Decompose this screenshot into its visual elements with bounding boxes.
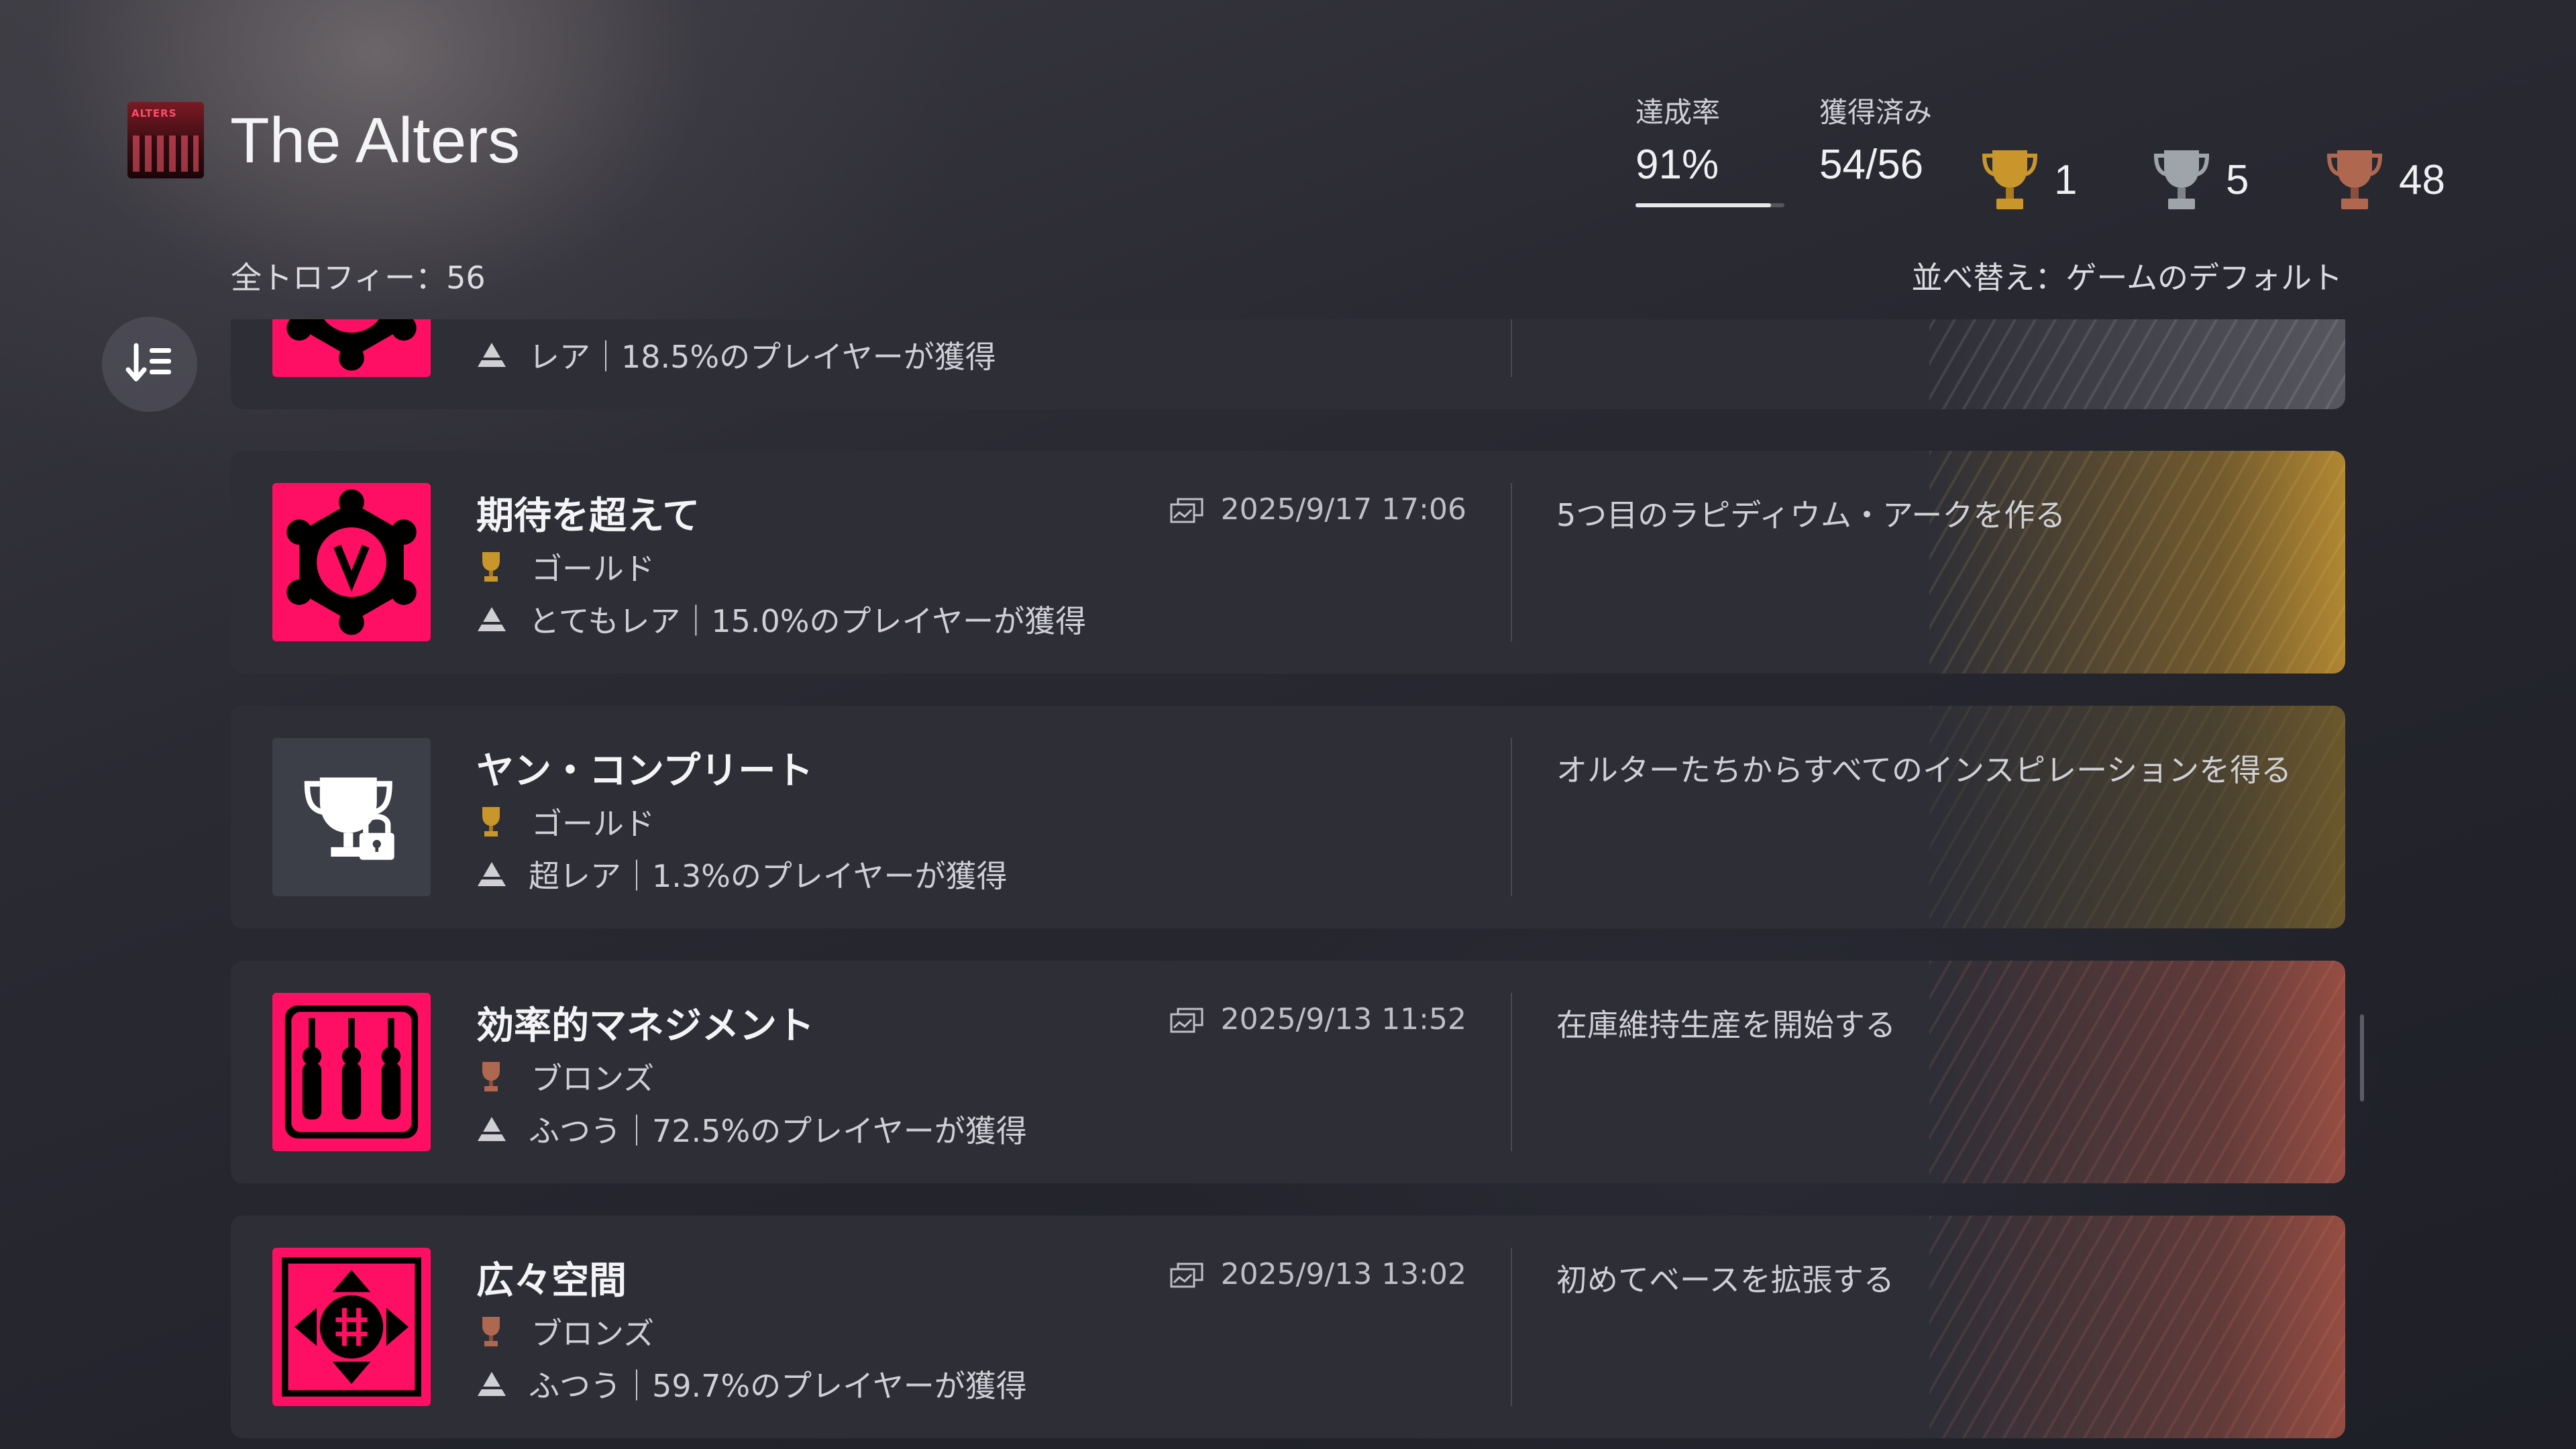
gold-trophy-icon — [1982, 150, 2038, 209]
completion-label: 達成率 — [1635, 96, 1721, 129]
trophy-card[interactable]: 効率的マネジメント ブロンズ ふつう｜72.5%のプレイヤーが獲得 2025/9… — [231, 961, 2345, 1183]
trophy-name: ヤン・コンプリート — [476, 749, 814, 793]
base-expansion-icon — [272, 1248, 431, 1406]
earned-date-icon — [1170, 1263, 1203, 1287]
game-thumbnail-logo: ALTERS — [131, 107, 177, 119]
bronze-trophy-icon — [2326, 150, 2383, 209]
lapidium-ark-icon — [272, 319, 431, 377]
earned-label: 獲得済み — [1819, 96, 1933, 129]
completion-value: 91% — [1635, 142, 1719, 188]
trophy-description: 在庫維持生産を開始する — [1556, 1007, 1896, 1043]
screwdrivers-icon — [272, 993, 431, 1151]
trophy-rarity: レア｜18.5%のプレイヤーが獲得 — [476, 333, 996, 377]
silver-count: 5 — [2226, 156, 2249, 203]
bronze-trophy-icon — [482, 1062, 500, 1091]
bronze-trophy-count: 48 — [2326, 146, 2445, 213]
scrollbar[interactable] — [2360, 1014, 2364, 1102]
completion-progress-bar — [1635, 203, 1784, 207]
sort-icon — [125, 343, 171, 382]
rarity-icon — [478, 607, 506, 631]
earned-date: 2025/9/17 17:06 — [1169, 492, 1466, 527]
bronze-count: 48 — [2399, 156, 2445, 203]
trophy-grade: ゴールド — [476, 545, 655, 589]
trophy-rarity: ふつう｜59.7%のプレイヤーが獲得 — [476, 1362, 1027, 1406]
trophy-rarity: 超レア｜1.3%のプレイヤーが獲得 — [476, 852, 1007, 896]
trophy-grade: ブロンズ — [476, 1055, 654, 1099]
bronze-trophy-icon — [482, 1317, 500, 1346]
earned-date: 2025/9/13 13:02 — [1169, 1257, 1466, 1291]
sort-order-label: 並べ替え：ゲームのデフォルト — [1911, 260, 2343, 296]
trophy-rarity: ふつう｜72.5%のプレイヤーが獲得 — [476, 1107, 1027, 1151]
rarity-icon — [478, 1372, 506, 1396]
trophy-name: 広々空間 — [476, 1259, 627, 1303]
earned-value: 54/56 — [1819, 142, 1924, 188]
lapidium-ark-v-icon — [272, 483, 431, 641]
game-thumbnail: ALTERS — [127, 102, 204, 178]
sort-button[interactable] — [102, 317, 197, 412]
trophy-card[interactable]: 期待を超えて ゴールド とてもレア｜15.0%のプレイヤーが獲得 2025/9/… — [231, 451, 2345, 674]
trophy-card[interactable]: 広々空間 ブロンズ ふつう｜59.7%のプレイヤーが獲得 2025/9/13 1… — [231, 1216, 2345, 1438]
gold-trophy-icon — [482, 552, 500, 582]
trophy-name: 期待を超えて — [476, 494, 700, 538]
locked-trophy-icon — [272, 738, 431, 896]
earned-date-icon — [1170, 1008, 1203, 1032]
trophy-description: 5つ目のラピディウム・アークを作る — [1556, 497, 2066, 533]
trophy-name: 効率的マネジメント — [476, 1004, 814, 1048]
trophy-card[interactable]: ヤン・コンプリート ゴールド 超レア｜1.3%のプレイヤーが獲得 オルターたちか… — [231, 706, 2345, 928]
trophy-grade: ゴールド — [476, 800, 655, 844]
game-title: The Alters — [230, 105, 521, 176]
gold-count: 1 — [2054, 156, 2078, 203]
silver-trophy-count: 5 — [2153, 146, 2249, 213]
rarity-icon — [478, 1117, 506, 1141]
total-trophies-label: 全トロフィー：56 — [231, 260, 486, 296]
gold-trophy-count: 1 — [1982, 146, 2077, 213]
trophy-grade: ブロンズ — [476, 1309, 654, 1354]
trophy-card[interactable]: ゴールド レア｜18.5%のプレイヤーが獲得 — [231, 319, 2345, 409]
trophy-grade: ゴールド — [476, 319, 655, 325]
rarity-icon — [478, 343, 506, 367]
earned-date: 2025/9/13 11:52 — [1169, 1002, 1466, 1036]
rarity-icon — [478, 862, 506, 886]
trophy-rarity: とてもレア｜15.0%のプレイヤーが獲得 — [476, 597, 1086, 641]
trophy-description: 初めてベースを拡張する — [1556, 1262, 1894, 1298]
silver-trophy-icon — [2153, 150, 2210, 209]
earned-date-icon — [1170, 498, 1203, 523]
gold-trophy-icon — [482, 807, 500, 837]
trophy-list[interactable]: ゴールド レア｜18.5%のプレイヤーが獲得 期待を超えて — [231, 319, 2345, 1449]
trophy-description: オルターたちからすべてのインスピレーションを得る — [1556, 752, 2292, 788]
